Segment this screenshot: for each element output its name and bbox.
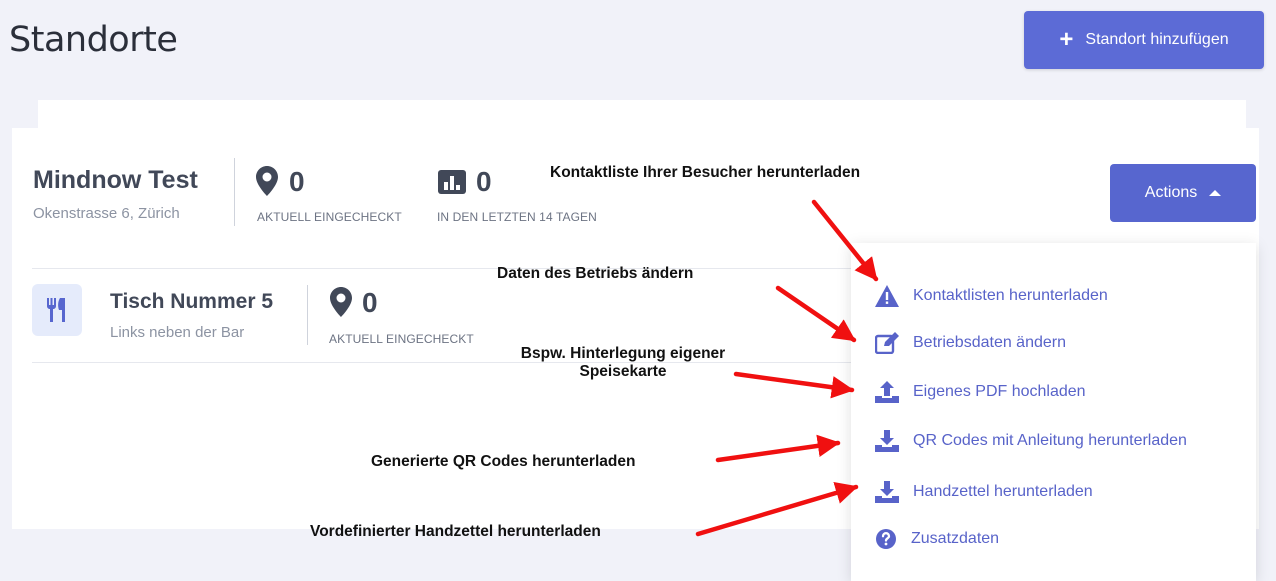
menu-item-download-flyer[interactable]: Handzettel herunterladen bbox=[875, 481, 1093, 503]
add-location-label: Standort hinzufügen bbox=[1085, 31, 1229, 48]
menu-item-additional-data[interactable]: Zusatzdaten bbox=[875, 528, 999, 550]
question-circle-icon bbox=[876, 529, 896, 549]
menu-item-upload-pdf[interactable]: Eigenes PDF hochladen bbox=[875, 381, 1086, 403]
menu-item-download-qr[interactable]: QR Codes mit Anleitung herunterladen bbox=[875, 430, 1187, 452]
upload-icon bbox=[875, 381, 899, 403]
menu-item-label: Kontaktlisten herunterladen bbox=[913, 287, 1108, 304]
annotation-business-data: Daten des Betriebs ändern bbox=[497, 265, 694, 282]
annotation-contact-list: Kontaktliste Ihrer Besucher herunterlade… bbox=[550, 164, 861, 181]
table-checked-in-count: 0 bbox=[362, 287, 378, 318]
utensils-icon bbox=[47, 298, 65, 322]
menu-item-label: Handzettel herunterladen bbox=[913, 483, 1093, 500]
download-icon bbox=[875, 481, 899, 503]
location-name: Mindnow Test bbox=[33, 166, 198, 194]
download-icon bbox=[875, 430, 899, 452]
bar-chart-icon bbox=[438, 170, 466, 194]
add-location-button[interactable]: + Standort hinzufügen bbox=[1024, 11, 1264, 69]
checked-in-count: 0 bbox=[289, 166, 305, 197]
map-marker-icon bbox=[330, 287, 352, 317]
annotation-flyer: Vordefinierter Handzettel herunterladen bbox=[310, 523, 601, 540]
table-checked-in-caption: AKTUELL EINGECHECKT bbox=[329, 332, 474, 346]
last-14-days-caption: IN DEN LETZTEN 14 TAGEN bbox=[437, 210, 597, 224]
divider bbox=[234, 158, 235, 226]
menu-item-label: Betriebsdaten ändern bbox=[913, 334, 1066, 351]
plus-icon: + bbox=[1059, 26, 1074, 53]
location-address: Okenstrasse 6, Zürich bbox=[33, 205, 180, 222]
warning-triangle-icon bbox=[875, 285, 899, 307]
table-description: Links neben der Bar bbox=[110, 324, 245, 341]
menu-item-download-contacts[interactable]: Kontaktlisten herunterladen bbox=[875, 285, 1108, 307]
menu-item-label: Eigenes PDF hochladen bbox=[913, 383, 1086, 400]
menu-item-label: Zusatzdaten bbox=[911, 530, 1000, 547]
caret-up-icon bbox=[1209, 190, 1222, 196]
checked-in-caption: AKTUELL EINGECHECKT bbox=[257, 210, 402, 224]
row-divider bbox=[32, 268, 852, 269]
table-icon-tile bbox=[32, 284, 82, 336]
last-14-days-count: 0 bbox=[476, 166, 492, 197]
actions-label: Actions bbox=[1144, 184, 1198, 201]
card-header-strip bbox=[38, 100, 1246, 130]
menu-item-edit-business[interactable]: Betriebsdaten ändern bbox=[875, 332, 1066, 354]
annotation-menu-upload: Bspw. Hinterlegung eigener Speisekarte bbox=[520, 345, 726, 380]
edit-icon bbox=[875, 332, 899, 354]
map-marker-icon bbox=[256, 166, 278, 196]
menu-item-label: QR Codes mit Anleitung herunterladen bbox=[913, 432, 1187, 449]
annotation-qr-codes: Generierte QR Codes herunterladen bbox=[371, 453, 636, 470]
divider bbox=[307, 285, 308, 345]
table-name: Tisch Nummer 5 bbox=[110, 290, 274, 313]
page-title: Standorte bbox=[9, 20, 178, 60]
actions-button[interactable]: Actions bbox=[1110, 164, 1256, 222]
